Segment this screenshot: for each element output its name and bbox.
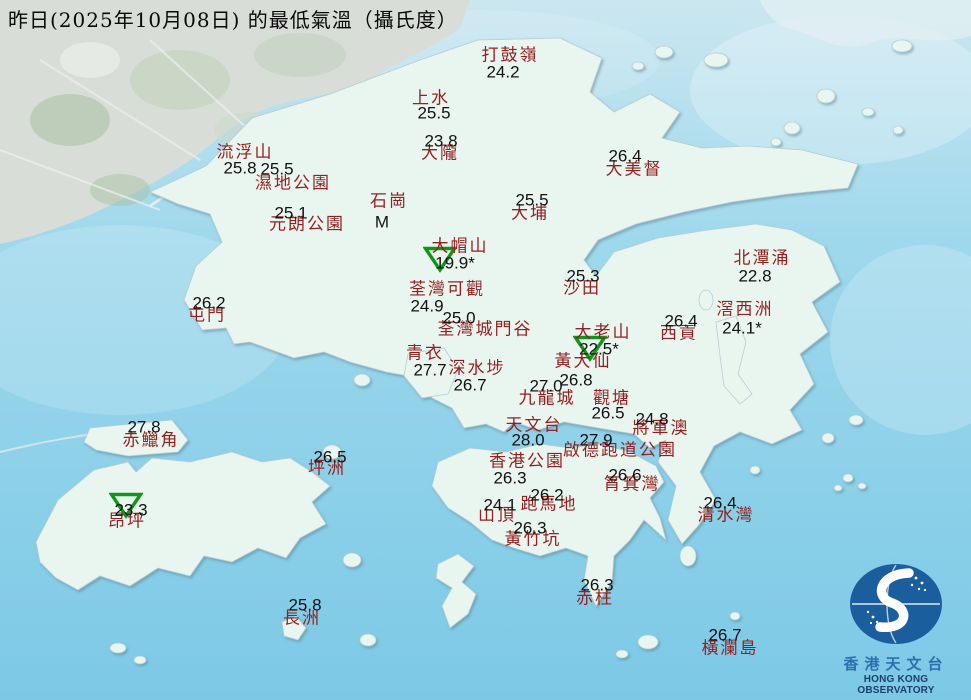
station-value: 26.4	[664, 313, 697, 330]
hko-logo-text-english: HONG KONG OBSERVATORY	[827, 674, 965, 696]
station-value: 24.1	[483, 497, 516, 514]
station-value: 25.0	[442, 310, 475, 327]
hko-logo-icon	[846, 562, 946, 646]
station-value: 23.8	[424, 133, 457, 150]
hong-kong-map	[0, 0, 971, 700]
station-value: 25.3	[566, 268, 599, 285]
min-temperature-map-screen: 昨日(2025年10月08日) 的最低氣溫（攝氏度） 打鼓嶺24.2上水25.5…	[0, 0, 971, 700]
station-value: 24.9	[410, 298, 443, 315]
station-name: 北潭涌	[734, 251, 791, 268]
station-name: 石崗	[370, 194, 408, 211]
station-value: 25.1	[274, 205, 307, 222]
station-value: 25.5	[417, 105, 450, 122]
hko-logo-text-chinese: 香港天文台	[827, 653, 965, 674]
station-value: 25.8	[223, 160, 256, 177]
station-value: 26.7	[453, 377, 486, 394]
station-value: M	[375, 214, 389, 231]
station-value: 26.5	[591, 405, 624, 422]
station-value: 24.1*	[722, 320, 762, 337]
station-value: 27.7	[413, 362, 446, 379]
station-value: 22.8	[738, 268, 771, 285]
station-value: 24.2	[486, 64, 519, 81]
map-title: 昨日(2025年10月08日) 的最低氣溫（攝氏度）	[8, 4, 458, 33]
station-value: 26.2	[530, 487, 563, 504]
station-value: 27.9	[579, 432, 612, 449]
station-name: 滘西洲	[717, 302, 774, 319]
station-value: 19.9*	[435, 255, 475, 272]
station-value: 25.5	[260, 161, 293, 178]
station-value: 26.3	[580, 577, 613, 594]
station-value: 26.5	[313, 449, 346, 466]
station-name: 黃大仙	[555, 354, 612, 371]
station-value: 26.4	[608, 148, 641, 165]
station-value: 28.0	[511, 432, 544, 449]
hko-logo: 香港天文台 HONG KONG OBSERVATORY	[827, 562, 965, 696]
station-value: 25.5	[515, 192, 548, 209]
station-value: 27.8	[127, 419, 160, 436]
station-value: 27.0	[529, 378, 562, 395]
station-value: 23.3	[114, 502, 147, 519]
station-value: 24.8	[635, 411, 668, 428]
station-value: 26.8	[559, 372, 592, 389]
station-value: 26.3	[513, 520, 546, 537]
station-value: 26.6	[608, 467, 641, 484]
station-value: 26.2	[192, 295, 225, 312]
station-value: 25.8	[288, 597, 321, 614]
station-value: 26.4	[703, 495, 736, 512]
station-value: 26.7	[708, 627, 741, 644]
station-value: 26.3	[493, 470, 526, 487]
